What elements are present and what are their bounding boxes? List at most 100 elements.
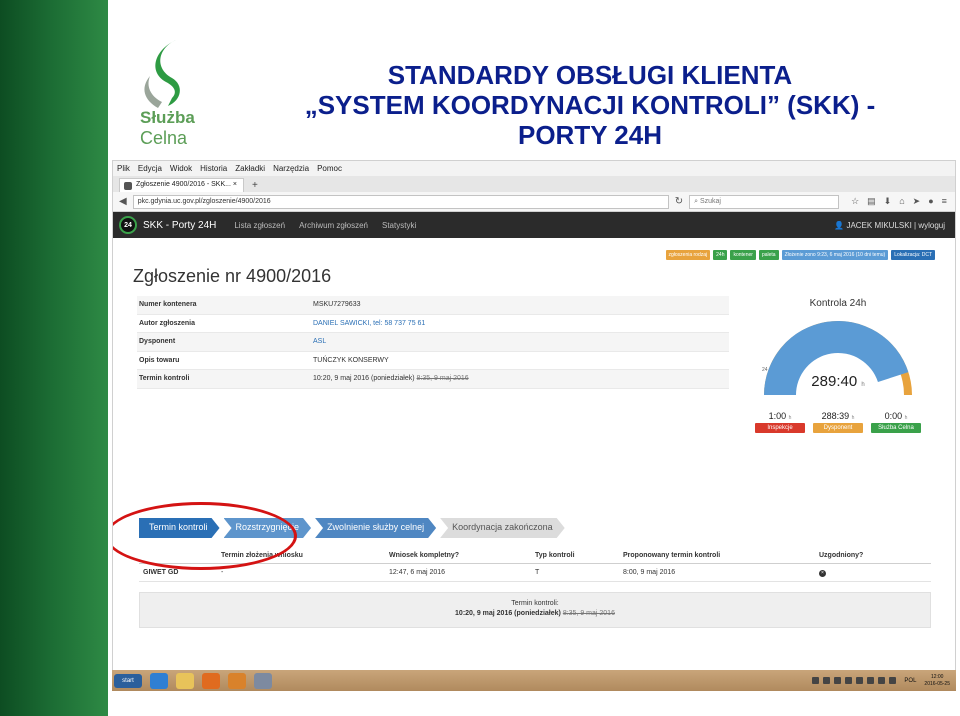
clock[interactable]: 12:00 2016-05-25 xyxy=(924,674,950,688)
highlight-ellipse xyxy=(113,502,297,570)
kontrola-stats: 1:00 h Inspekcje 288:39 h Dysponent 0:00 h Sł… xyxy=(753,411,923,433)
bookmarks-list-icon[interactable]: ▤ xyxy=(867,196,876,207)
details-value: MSKU7279633 xyxy=(313,301,360,308)
menu-history[interactable]: Historia xyxy=(200,164,227,173)
status-tag: 24h xyxy=(713,250,728,260)
step-koordynacja-zakonczona[interactable]: Koordynacja zakończona xyxy=(440,518,565,538)
details-row: Numer kontenera MSKU7279633 xyxy=(137,296,729,315)
th-typ-kontroli: Typ kontroli xyxy=(535,552,575,559)
firefox-icon[interactable] xyxy=(202,672,220,689)
app-navbar: 24 SKK - Porty 24H Lista zgłoszeń Archiw… xyxy=(113,212,955,238)
status-tag: kontener xyxy=(730,250,756,260)
new-tab-button[interactable]: + xyxy=(248,180,262,192)
status-tag: Złożenie zono 9:23, 6 maj 2016 (10 dni t… xyxy=(781,250,889,260)
th-wniosek-kompletny: Wniosek kompletny? xyxy=(389,552,460,559)
bookmark-star-icon[interactable]: ☆ xyxy=(851,196,859,207)
menu-edit[interactable]: Edycja xyxy=(138,164,162,173)
details-value[interactable]: ASL xyxy=(313,338,326,345)
menu-view[interactable]: Widok xyxy=(170,164,192,173)
search-input[interactable]: ⌕ Szukaj xyxy=(689,194,840,209)
tray-icon[interactable] xyxy=(834,677,842,684)
kontrola-stat: 288:39 h Dysponent xyxy=(813,411,863,433)
details-value: TUŃCZYK KONSERWY xyxy=(313,357,389,364)
app-brand[interactable]: SKK - Porty 24H xyxy=(143,220,216,231)
kontrola-time: 289:40 h xyxy=(760,373,916,390)
windows-taskbar: start POL 12:00 2016-05-25 xyxy=(112,670,956,691)
tray-icon[interactable] xyxy=(867,677,875,684)
language-indicator[interactable]: POL xyxy=(904,678,916,684)
kontrola-stat-value: 1:00 h xyxy=(755,411,805,421)
url-input[interactable]: pkc.gdynia.uc.gov.pl/zgloszenie/4900/201… xyxy=(132,194,669,209)
td-agency: GIWET GD xyxy=(143,569,179,576)
user-icon: 👤 xyxy=(834,220,847,230)
kontrola-stat: 1:00 h Inspekcje xyxy=(755,411,805,433)
user-menu[interactable]: 👤 JACEK MIKULSKI | wyloguj xyxy=(834,221,945,230)
menu-file[interactable]: Plik xyxy=(117,164,130,173)
download-icon[interactable]: ⬇ xyxy=(884,196,892,207)
details-value-text: TUŃCZYK KONSERWY xyxy=(313,356,389,364)
send-icon[interactable]: ➤ xyxy=(913,196,921,207)
not-agreed-icon: × xyxy=(819,569,826,577)
browser-tab[interactable]: Zgłoszenie 4900/2016 - SKK... × xyxy=(119,178,244,192)
ie-icon[interactable] xyxy=(150,672,168,689)
nav-statystyki[interactable]: Statystyki xyxy=(382,221,416,230)
td-typ-kontroli: T xyxy=(535,569,540,576)
kontrola-stat-value: 288:39 h xyxy=(813,411,863,421)
explorer-icon[interactable] xyxy=(176,672,194,689)
address-bar: ◀ pkc.gdynia.uc.gov.pl/zgloszenie/4900/2… xyxy=(113,192,955,212)
app-logo-badge: 24 xyxy=(119,216,137,234)
reload-icon[interactable]: ↻ xyxy=(675,196,683,207)
th-uzgodniony: Uzgodniony? xyxy=(819,552,864,559)
kontrola-stat-number: 1:00 xyxy=(768,411,787,421)
kontrola-stat-badge: Dysponent xyxy=(813,423,863,433)
summary-old-value: 8:35, 9 maj 2016 xyxy=(562,610,615,617)
home-icon[interactable]: ⌂ xyxy=(899,196,904,207)
menu-help[interactable]: Pomoc xyxy=(317,164,342,173)
kontrola-gauge: 24 289:40 h xyxy=(760,317,916,401)
title-line3: PORTY 24H xyxy=(517,120,662,150)
tray-icon[interactable] xyxy=(889,677,897,684)
kontrola-stat: 0:00 h Służba Celna xyxy=(871,411,921,433)
details-row: Termin kontroli 10:20, 9 maj 2016 (ponied… xyxy=(137,370,729,389)
kontrola-stat-unit: h xyxy=(788,415,792,421)
browser-tabbar: Zgłoszenie 4900/2016 - SKK... × + xyxy=(113,176,955,192)
slide: Służba Celna STANDARDY OBSŁUGI KLIENTA „… xyxy=(0,0,960,716)
status-tags: zgłoszenia rodzaj 24h kontener paleta Złożen… xyxy=(665,250,935,260)
step-zwolnienie[interactable]: Zwolnienie służby celnej xyxy=(315,518,436,538)
logo-text: Służba Celna xyxy=(140,108,195,148)
status-tag: paleta xyxy=(758,250,779,260)
search-placeholder: Szukaj xyxy=(699,197,721,205)
app-icon[interactable] xyxy=(254,672,272,689)
tray-icon[interactable] xyxy=(856,677,864,684)
favicon-icon xyxy=(124,182,132,190)
details-value-text: 10:20, 9 maj 2016 (poniedziałek) xyxy=(313,375,415,383)
kontrola-time-value: 289:40 xyxy=(811,373,858,390)
addon-icon[interactable]: ● xyxy=(928,196,933,207)
logo-line1: Służba xyxy=(140,108,195,127)
details-old-value: 8:35, 9 maj 2016 xyxy=(416,375,469,383)
kontrola-stat-value: 0:00 h xyxy=(871,411,921,421)
green-side-strip xyxy=(0,0,108,716)
nav-lista-zgloszen[interactable]: Lista zgłoszeń xyxy=(234,221,285,230)
tray-icon[interactable] xyxy=(845,677,853,684)
kontrola-stat-badge: Służba Celna xyxy=(871,423,921,433)
details-row: Opis towaru TUŃCZYK KONSERWY xyxy=(137,352,729,370)
kontrola-panel: Kontrola 24h 24 289:40 h 1:00 h Inspekcje… xyxy=(753,298,923,433)
details-value: 10:20, 9 maj 2016 (poniedziałek) 8:35, 9… xyxy=(313,375,469,382)
menu-hamburger-icon[interactable]: ≡ xyxy=(942,196,947,207)
table-row: GIWET GD - 12:47, 6 maj 2016 T 8:00, 9 m… xyxy=(139,564,931,582)
close-tab-icon[interactable]: × xyxy=(233,181,237,188)
tray-icon[interactable] xyxy=(812,677,820,684)
browser-toolbar-icons: ☆ ▤ ⬇ ⌂ ➤ ● ≡ xyxy=(851,196,947,207)
start-button[interactable]: start xyxy=(114,673,142,688)
details-value[interactable]: DANIEL SAWICKI, tel: 58 737 75 61 xyxy=(313,320,425,327)
menu-tools[interactable]: Narzędzia xyxy=(273,164,309,173)
system-tray: POL 12:00 2016-05-25 xyxy=(812,674,956,688)
nav-archiwum[interactable]: Archiwum zgłoszeń xyxy=(299,221,368,230)
tray-icon[interactable] xyxy=(878,677,886,684)
tray-icon[interactable] xyxy=(823,677,831,684)
menu-bookmarks[interactable]: Zakładki xyxy=(235,164,265,173)
back-icon[interactable]: ◀ xyxy=(119,196,127,207)
status-tag: Lokalizacja: DCT xyxy=(891,250,935,260)
outlook-icon[interactable] xyxy=(228,672,246,689)
